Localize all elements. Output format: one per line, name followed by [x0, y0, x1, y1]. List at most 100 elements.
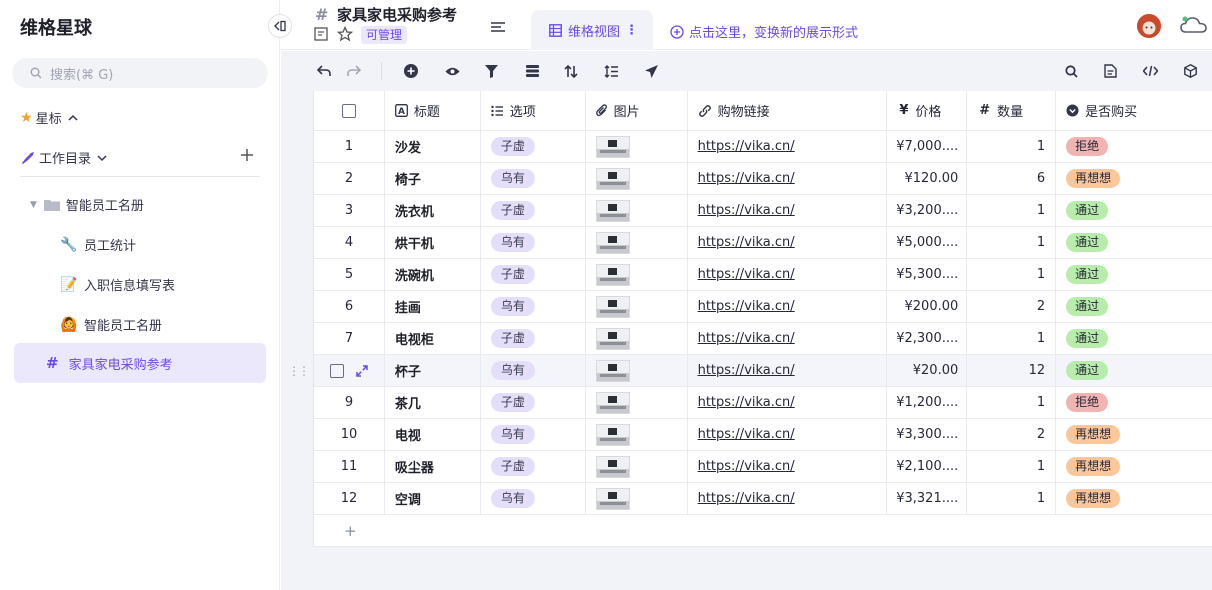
cell-buy[interactable]: 通过: [1056, 355, 1212, 386]
cell-qty[interactable]: 12: [967, 355, 1057, 386]
cell-link[interactable]: https://vika.cn/: [688, 291, 888, 322]
cell-link[interactable]: https://vika.cn/: [688, 163, 888, 194]
cell-price[interactable]: ¥5,300....: [887, 259, 968, 290]
row-height-button[interactable]: [602, 62, 620, 80]
table-row[interactable]: 2 椅子 乌有 https://vika.cn/ ¥120.00 6 再想想: [314, 163, 1212, 195]
shopping-link[interactable]: https://vika.cn/: [698, 235, 795, 250]
cell-title[interactable]: 杯子: [385, 355, 481, 386]
shopping-link[interactable]: https://vika.cn/: [698, 459, 795, 474]
table-row[interactable]: 11 吸尘器 子虚 https://vika.cn/ ¥2,100.... 1 …: [314, 451, 1212, 483]
sidebar-item-furniture-purchase[interactable]: # 家具家电采购参考: [14, 343, 266, 383]
cell-image[interactable]: [586, 323, 688, 354]
search-records-button[interactable]: [1062, 62, 1080, 80]
shopping-link[interactable]: https://vika.cn/: [698, 171, 795, 186]
cell-price[interactable]: ¥3,200....: [887, 195, 968, 226]
cell-title[interactable]: 洗衣机: [385, 195, 481, 226]
cell-qty[interactable]: 1: [967, 387, 1057, 418]
cell-option[interactable]: 乌有: [481, 227, 586, 258]
row-checkbox[interactable]: [329, 363, 344, 378]
image-thumbnail[interactable]: [595, 135, 630, 158]
shopping-link[interactable]: https://vika.cn/: [698, 395, 795, 410]
form-button[interactable]: [1101, 62, 1119, 80]
cell-title[interactable]: 烘干机: [385, 227, 481, 258]
shopping-link[interactable]: https://vika.cn/: [698, 139, 795, 154]
sidebar-item-employee-roster[interactable]: 🙆 智能员工名册: [60, 315, 162, 335]
cell-qty[interactable]: 1: [967, 323, 1057, 354]
image-thumbnail[interactable]: [595, 167, 630, 190]
cell-price[interactable]: ¥200.00: [887, 291, 968, 322]
cell-image[interactable]: [586, 451, 688, 482]
image-thumbnail[interactable]: [595, 359, 630, 382]
avatar[interactable]: [1137, 14, 1161, 38]
add-view-button[interactable]: 点击这里，变换新的展示形式: [670, 22, 858, 41]
tab-grid-view[interactable]: 维格视图 ⋮: [531, 10, 653, 50]
group-button[interactable]: [523, 62, 541, 80]
cell-qty[interactable]: 2: [967, 291, 1057, 322]
sidebar-item-employee-stats[interactable]: 🔧 员工统计: [60, 235, 136, 255]
cell-title[interactable]: 茶几: [385, 387, 481, 418]
shopping-link[interactable]: https://vika.cn/: [698, 267, 795, 282]
cell-buy[interactable]: 再想想: [1056, 483, 1212, 514]
cell-price[interactable]: ¥2,300....: [887, 323, 968, 354]
select-all-checkbox[interactable]: [341, 103, 356, 118]
star-outline-icon[interactable]: [337, 26, 353, 42]
cell-image[interactable]: [586, 131, 688, 162]
cell-qty[interactable]: 1: [967, 195, 1057, 226]
cell-qty[interactable]: 1: [967, 483, 1057, 514]
shopping-link[interactable]: https://vika.cn/: [698, 331, 795, 346]
cell-image[interactable]: [586, 259, 688, 290]
cell-image[interactable]: [586, 387, 688, 418]
cell-qty[interactable]: 6: [967, 163, 1057, 194]
image-thumbnail[interactable]: [595, 487, 630, 510]
search-input[interactable]: 搜索(⌘ G): [12, 58, 268, 88]
expand-record-icon[interactable]: [356, 364, 368, 377]
sidebar-item-onboarding-form[interactable]: 📝 入职信息填写表: [60, 275, 175, 295]
cell-link[interactable]: https://vika.cn/: [688, 323, 888, 354]
cell-option[interactable]: 乌有: [481, 483, 586, 514]
cloud-icon[interactable]: [1179, 14, 1209, 36]
collapse-sidebar-button[interactable]: [268, 14, 292, 38]
cell-qty[interactable]: 2: [967, 419, 1057, 450]
image-thumbnail[interactable]: [595, 423, 630, 446]
cell-buy[interactable]: 拒绝: [1056, 387, 1212, 418]
cell-price[interactable]: ¥1,200....: [887, 387, 968, 418]
workdir-toggle[interactable]: 工作目录: [20, 148, 107, 167]
undo-button[interactable]: [315, 62, 333, 80]
cell-image[interactable]: [586, 163, 688, 194]
image-thumbnail[interactable]: [595, 295, 630, 318]
cell-option[interactable]: 子虚: [481, 131, 586, 162]
cell-price[interactable]: ¥120.00: [887, 163, 968, 194]
add-node-button[interactable]: [238, 146, 256, 164]
shopping-link[interactable]: https://vika.cn/: [698, 299, 795, 314]
cell-title[interactable]: 椅子: [385, 163, 481, 194]
cell-option[interactable]: 子虚: [481, 451, 586, 482]
shopping-link[interactable]: https://vika.cn/: [698, 427, 795, 442]
cell-price[interactable]: ¥20.00: [887, 355, 968, 386]
image-thumbnail[interactable]: [595, 231, 630, 254]
widget-button[interactable]: [1181, 62, 1199, 80]
table-row[interactable]: 12 空调 乌有 https://vika.cn/ ¥3,321.... 1 再…: [314, 483, 1212, 515]
image-thumbnail[interactable]: [595, 199, 630, 222]
cell-qty[interactable]: 1: [967, 259, 1057, 290]
cell-buy[interactable]: 再想想: [1056, 163, 1212, 194]
description-icon[interactable]: [314, 27, 328, 41]
cell-link[interactable]: https://vika.cn/: [688, 419, 888, 450]
cell-buy[interactable]: 再想想: [1056, 419, 1212, 450]
column-header-image[interactable]: 图片: [586, 91, 688, 130]
table-row[interactable]: 7 电视柜 子虚 https://vika.cn/ ¥2,300.... 1 通…: [314, 323, 1212, 355]
table-row[interactable]: 9 茶几 子虚 https://vika.cn/ ¥1,200.... 1 拒绝: [314, 387, 1212, 419]
cell-option[interactable]: 乌有: [481, 419, 586, 450]
tree-folder[interactable]: ▼ 智能员工名册: [30, 195, 144, 214]
cell-price[interactable]: ¥3,321....: [887, 483, 968, 514]
cell-price[interactable]: ¥7,000....: [887, 131, 968, 162]
table-row[interactable]: 3 洗衣机 子虚 https://vika.cn/ ¥3,200.... 1 通…: [314, 195, 1212, 227]
hide-fields-button[interactable]: [443, 62, 461, 80]
cell-title[interactable]: 洗碗机: [385, 259, 481, 290]
cell-link[interactable]: https://vika.cn/: [688, 131, 888, 162]
share-button[interactable]: [642, 62, 660, 80]
table-row[interactable]: 4 烘干机 乌有 https://vika.cn/ ¥5,000.... 1 通…: [314, 227, 1212, 259]
table-row[interactable]: 1 沙发 子虚 https://vika.cn/ ¥7,000.... 1 拒绝: [314, 131, 1212, 163]
cell-title[interactable]: 电视: [385, 419, 481, 450]
page-title[interactable]: 家具家电采购参考: [337, 4, 457, 25]
cell-title[interactable]: 沙发: [385, 131, 481, 162]
